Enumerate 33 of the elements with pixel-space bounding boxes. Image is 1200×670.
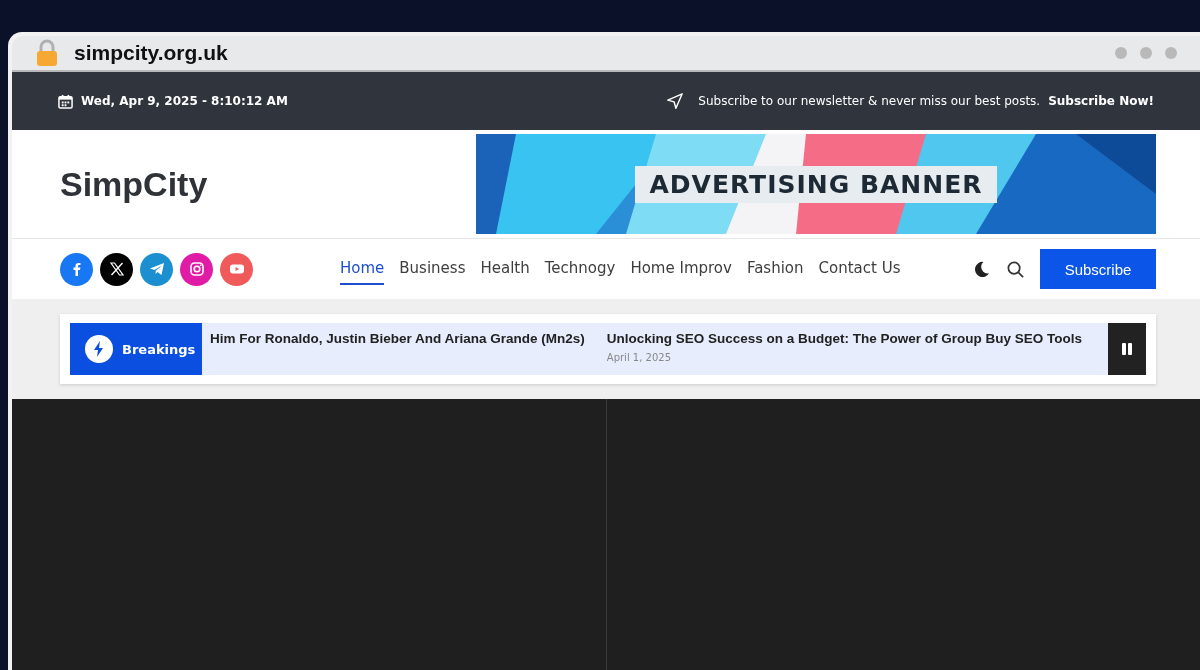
advertising-banner[interactable]: ADVERTISING BANNER [476,134,1156,234]
search-icon[interactable] [1006,259,1025,279]
x-icon[interactable] [100,252,133,286]
nav-link[interactable]: Fashion [746,253,804,285]
subscribe-now-link[interactable]: Subscribe Now! [1048,94,1154,108]
dark-mode-moon-icon[interactable] [972,259,991,279]
lock-icon [36,39,58,67]
newsletter-text: Subscribe to our newsletter & never miss our best posts. [698,94,1041,108]
url-text[interactable]: simpcity.org.uk [74,41,228,65]
nav-link[interactable]: Home Improv [630,253,732,285]
nav-link[interactable]: Health [480,253,530,285]
lightning-icon [84,334,114,364]
nav-link[interactable]: Home [340,253,385,285]
pause-icon [1120,342,1134,356]
youtube-icon[interactable] [220,252,253,286]
facebook-icon[interactable] [60,252,93,286]
nav-link[interactable]: Contact Us [818,253,901,285]
headline-link[interactable]: Unlocking SEO Success on a Budget: The Power of Group Buy SEO Tools [606,331,1083,346]
telegram-icon[interactable] [140,252,173,286]
nav-link[interactable]: Business [399,253,466,285]
headline-link[interactable]: Him For Ronaldo, Justin Bieber And Ariana Grande (Mn2s) [210,331,585,346]
calendar-icon [58,93,73,109]
window-dots-icon [1114,46,1178,60]
subscribe-button[interactable]: Subscribe [1040,249,1156,289]
breakings-text: Breakings [122,341,196,357]
nav-link[interactable]: Technogy [544,253,616,285]
pause-button[interactable] [1108,323,1146,375]
instagram-icon[interactable] [180,252,213,286]
banner-headline: ADVERTISING BANNER [635,165,997,203]
post-date: April 1, 2025 [606,352,672,363]
site-title[interactable]: SimpCity [60,164,208,204]
date-time: Wed, Apr 9, 2025 - 8:10:12 AM [81,94,288,108]
paper-plane-icon [666,92,685,110]
